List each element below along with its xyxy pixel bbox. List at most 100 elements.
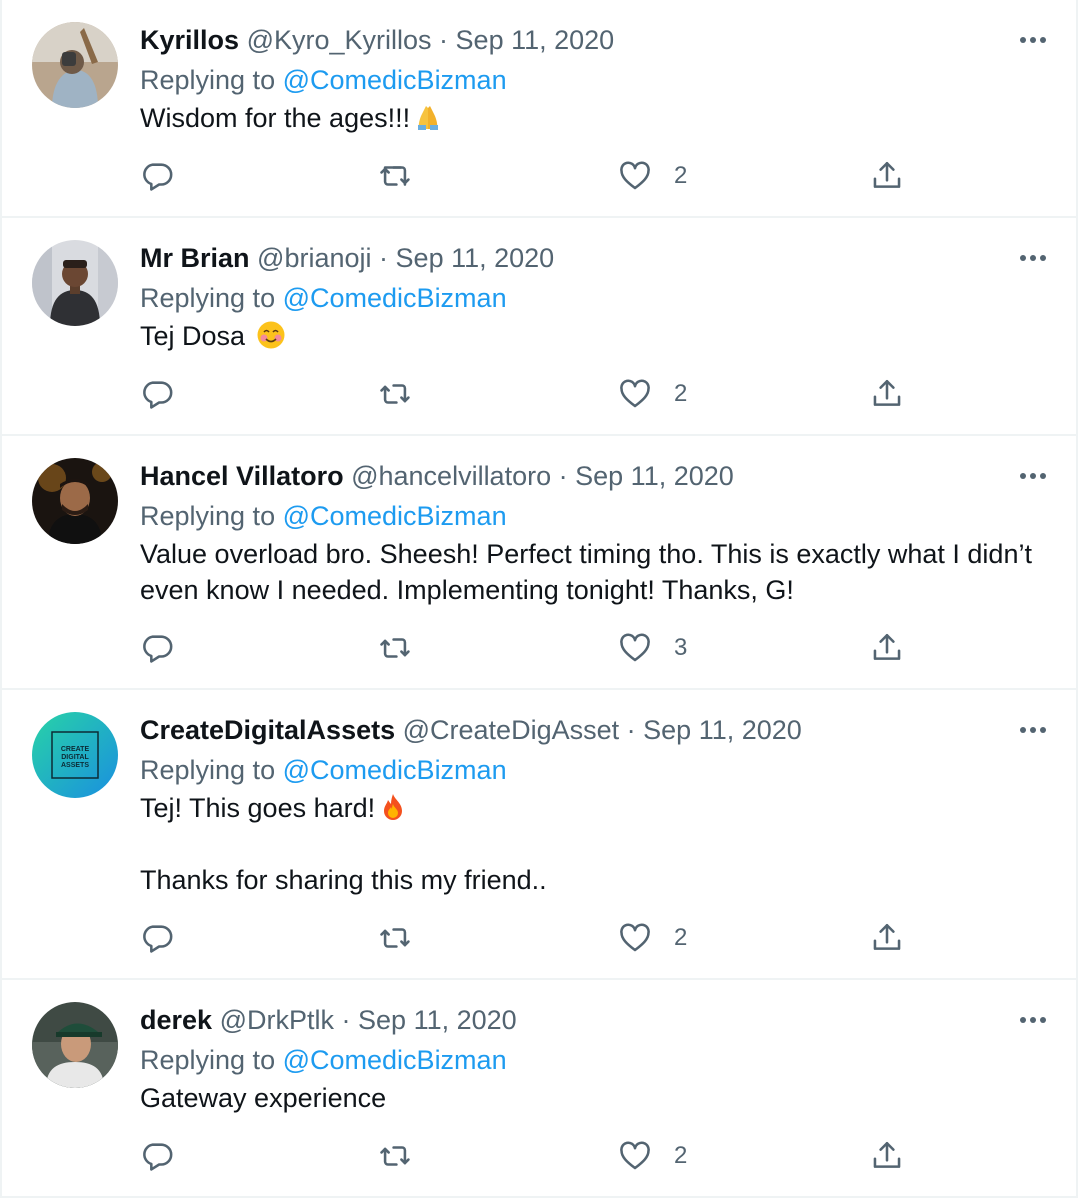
retweet-button[interactable] bbox=[378, 630, 412, 666]
retweet-icon bbox=[380, 1146, 410, 1166]
reply-button[interactable] bbox=[140, 920, 174, 956]
reply-item[interactable]: derek @DrkPtlk · Sep 11, 2020 Replying t… bbox=[0, 980, 1078, 1198]
author-name[interactable]: Hancel Villatoro bbox=[140, 461, 344, 491]
author-handle[interactable]: @CreateDigAsset bbox=[403, 715, 620, 745]
avatar[interactable] bbox=[32, 1002, 118, 1088]
share-button[interactable] bbox=[870, 376, 904, 412]
reply-text: Wisdom for the ages!!! bbox=[140, 100, 1046, 136]
replying-to-mention[interactable]: @ComedicBizman bbox=[283, 65, 507, 95]
reply-bubble-icon bbox=[143, 1143, 173, 1171]
reply-text-line: Wisdom for the ages!!! bbox=[140, 103, 411, 133]
retweet-icon bbox=[380, 384, 410, 404]
reply-text: Tej Dosa bbox=[140, 318, 1046, 354]
avatar[interactable] bbox=[32, 458, 118, 544]
replying-to-label: Replying to bbox=[140, 1045, 276, 1075]
more-options-icon[interactable] bbox=[1020, 240, 1046, 276]
avatar[interactable] bbox=[32, 240, 118, 326]
reply-date[interactable]: Sep 11, 2020 bbox=[643, 715, 802, 745]
reply-bubble-icon bbox=[143, 925, 173, 953]
reply-header: Hancel Villatoro @hancelvillatoro · Sep … bbox=[140, 458, 996, 494]
reply-date[interactable]: Sep 11, 2020 bbox=[575, 461, 734, 491]
share-button[interactable] bbox=[870, 1138, 904, 1174]
action-bar: 2 bbox=[140, 920, 1046, 956]
reply-date[interactable]: Sep 11, 2020 bbox=[358, 1005, 517, 1035]
author-name[interactable]: derek bbox=[140, 1005, 212, 1035]
retweet-button[interactable] bbox=[378, 1138, 412, 1174]
replies-feed: Kyrillos @Kyro_Kyrillos · Sep 11, 2020 R… bbox=[0, 0, 1084, 1204]
reply-text-line: Tej Dosa bbox=[140, 321, 253, 351]
author-name[interactable]: Kyrillos bbox=[140, 25, 239, 55]
reply-text: Value overload bro. Sheesh! Perfect timi… bbox=[140, 536, 1046, 608]
more-options-icon[interactable] bbox=[1020, 22, 1046, 58]
more-options-icon[interactable] bbox=[1020, 1002, 1046, 1038]
reply-button[interactable] bbox=[140, 158, 174, 194]
replying-to-label: Replying to bbox=[140, 501, 276, 531]
reply-header: CreateDigitalAssets @CreateDigAsset · Se… bbox=[140, 712, 996, 748]
author-handle[interactable]: @DrkPtlk bbox=[220, 1005, 334, 1035]
reply-text-line: Value overload bro. Sheesh! Perfect timi… bbox=[140, 539, 1032, 605]
reply-item[interactable]: Kyrillos @Kyro_Kyrillos · Sep 11, 2020 R… bbox=[0, 0, 1078, 218]
heart-icon bbox=[620, 161, 650, 190]
share-icon bbox=[873, 161, 901, 188]
share-icon bbox=[873, 923, 901, 950]
separator: · bbox=[341, 1005, 351, 1035]
more-options-icon[interactable] bbox=[1020, 458, 1046, 494]
author-handle[interactable]: @brianoji bbox=[257, 243, 371, 273]
avatar[interactable]: CREATE DIGITAL ASSETS bbox=[32, 712, 118, 798]
replying-to: Replying to @ComedicBizman bbox=[140, 498, 507, 534]
retweet-button[interactable] bbox=[378, 158, 412, 194]
share-button[interactable] bbox=[870, 158, 904, 194]
like-count: 2 bbox=[674, 1142, 688, 1169]
more-options-icon[interactable] bbox=[1020, 712, 1046, 748]
author-name[interactable]: Mr Brian bbox=[140, 243, 250, 273]
reply-date[interactable]: Sep 11, 2020 bbox=[456, 25, 615, 55]
share-icon bbox=[873, 379, 901, 406]
like-button[interactable]: 2 bbox=[618, 920, 687, 956]
heart-icon bbox=[620, 379, 650, 408]
reply-item[interactable]: Mr Brian @brianoji · Sep 11, 2020 Replyi… bbox=[0, 218, 1078, 436]
reply-bubble-icon bbox=[143, 381, 173, 409]
action-bar: 2 bbox=[140, 376, 1046, 412]
reply-button[interactable] bbox=[140, 1138, 174, 1174]
share-button[interactable] bbox=[870, 630, 904, 666]
like-button[interactable]: 3 bbox=[618, 630, 687, 666]
reply-bubble-icon bbox=[143, 163, 173, 191]
avatar-text-line: DIGITAL bbox=[61, 754, 89, 761]
reply-item[interactable]: Hancel Villatoro @hancelvillatoro · Sep … bbox=[0, 436, 1078, 690]
reply-date[interactable]: Sep 11, 2020 bbox=[396, 243, 555, 273]
replying-to-mention[interactable]: @ComedicBizman bbox=[283, 501, 507, 531]
replying-to-mention[interactable]: @ComedicBizman bbox=[283, 283, 507, 313]
retweet-icon bbox=[380, 166, 410, 186]
separator: · bbox=[439, 25, 449, 55]
share-button[interactable] bbox=[870, 920, 904, 956]
separator: · bbox=[558, 461, 568, 491]
like-count: 2 bbox=[674, 162, 688, 189]
reply-text: Gateway experience bbox=[140, 1080, 1046, 1116]
like-button[interactable]: 2 bbox=[618, 376, 687, 412]
avatar-text-line: CREATE bbox=[61, 746, 90, 753]
separator: · bbox=[379, 243, 389, 273]
replying-to-label: Replying to bbox=[140, 283, 276, 313]
reply-text-line: Thanks for sharing this my friend.. bbox=[140, 865, 547, 895]
replying-to: Replying to @ComedicBizman bbox=[140, 280, 507, 316]
retweet-button[interactable] bbox=[378, 920, 412, 956]
replying-to-mention[interactable]: @ComedicBizman bbox=[283, 1045, 507, 1075]
replying-to: Replying to @ComedicBizman bbox=[140, 62, 507, 98]
reply-button[interactable] bbox=[140, 376, 174, 412]
like-button[interactable]: 2 bbox=[618, 1138, 687, 1174]
avatar-text-line: ASSETS bbox=[61, 762, 89, 769]
reply-header: derek @DrkPtlk · Sep 11, 2020 bbox=[140, 1002, 996, 1038]
author-handle[interactable]: @Kyro_Kyrillos bbox=[247, 25, 432, 55]
author-handle[interactable]: @hancelvillatoro bbox=[351, 461, 551, 491]
author-name[interactable]: CreateDigitalAssets bbox=[140, 715, 395, 745]
replying-to-mention[interactable]: @ComedicBizman bbox=[283, 755, 507, 785]
share-icon bbox=[873, 633, 901, 660]
reply-item[interactable]: CREATE DIGITAL ASSETS CreateDigitalAsset… bbox=[0, 690, 1078, 980]
like-button[interactable]: 2 bbox=[618, 158, 687, 194]
like-count: 2 bbox=[674, 380, 688, 407]
share-icon bbox=[873, 1141, 901, 1168]
reply-button[interactable] bbox=[140, 630, 174, 666]
heart-icon bbox=[620, 1141, 650, 1170]
retweet-button[interactable] bbox=[378, 376, 412, 412]
avatar[interactable] bbox=[32, 22, 118, 108]
